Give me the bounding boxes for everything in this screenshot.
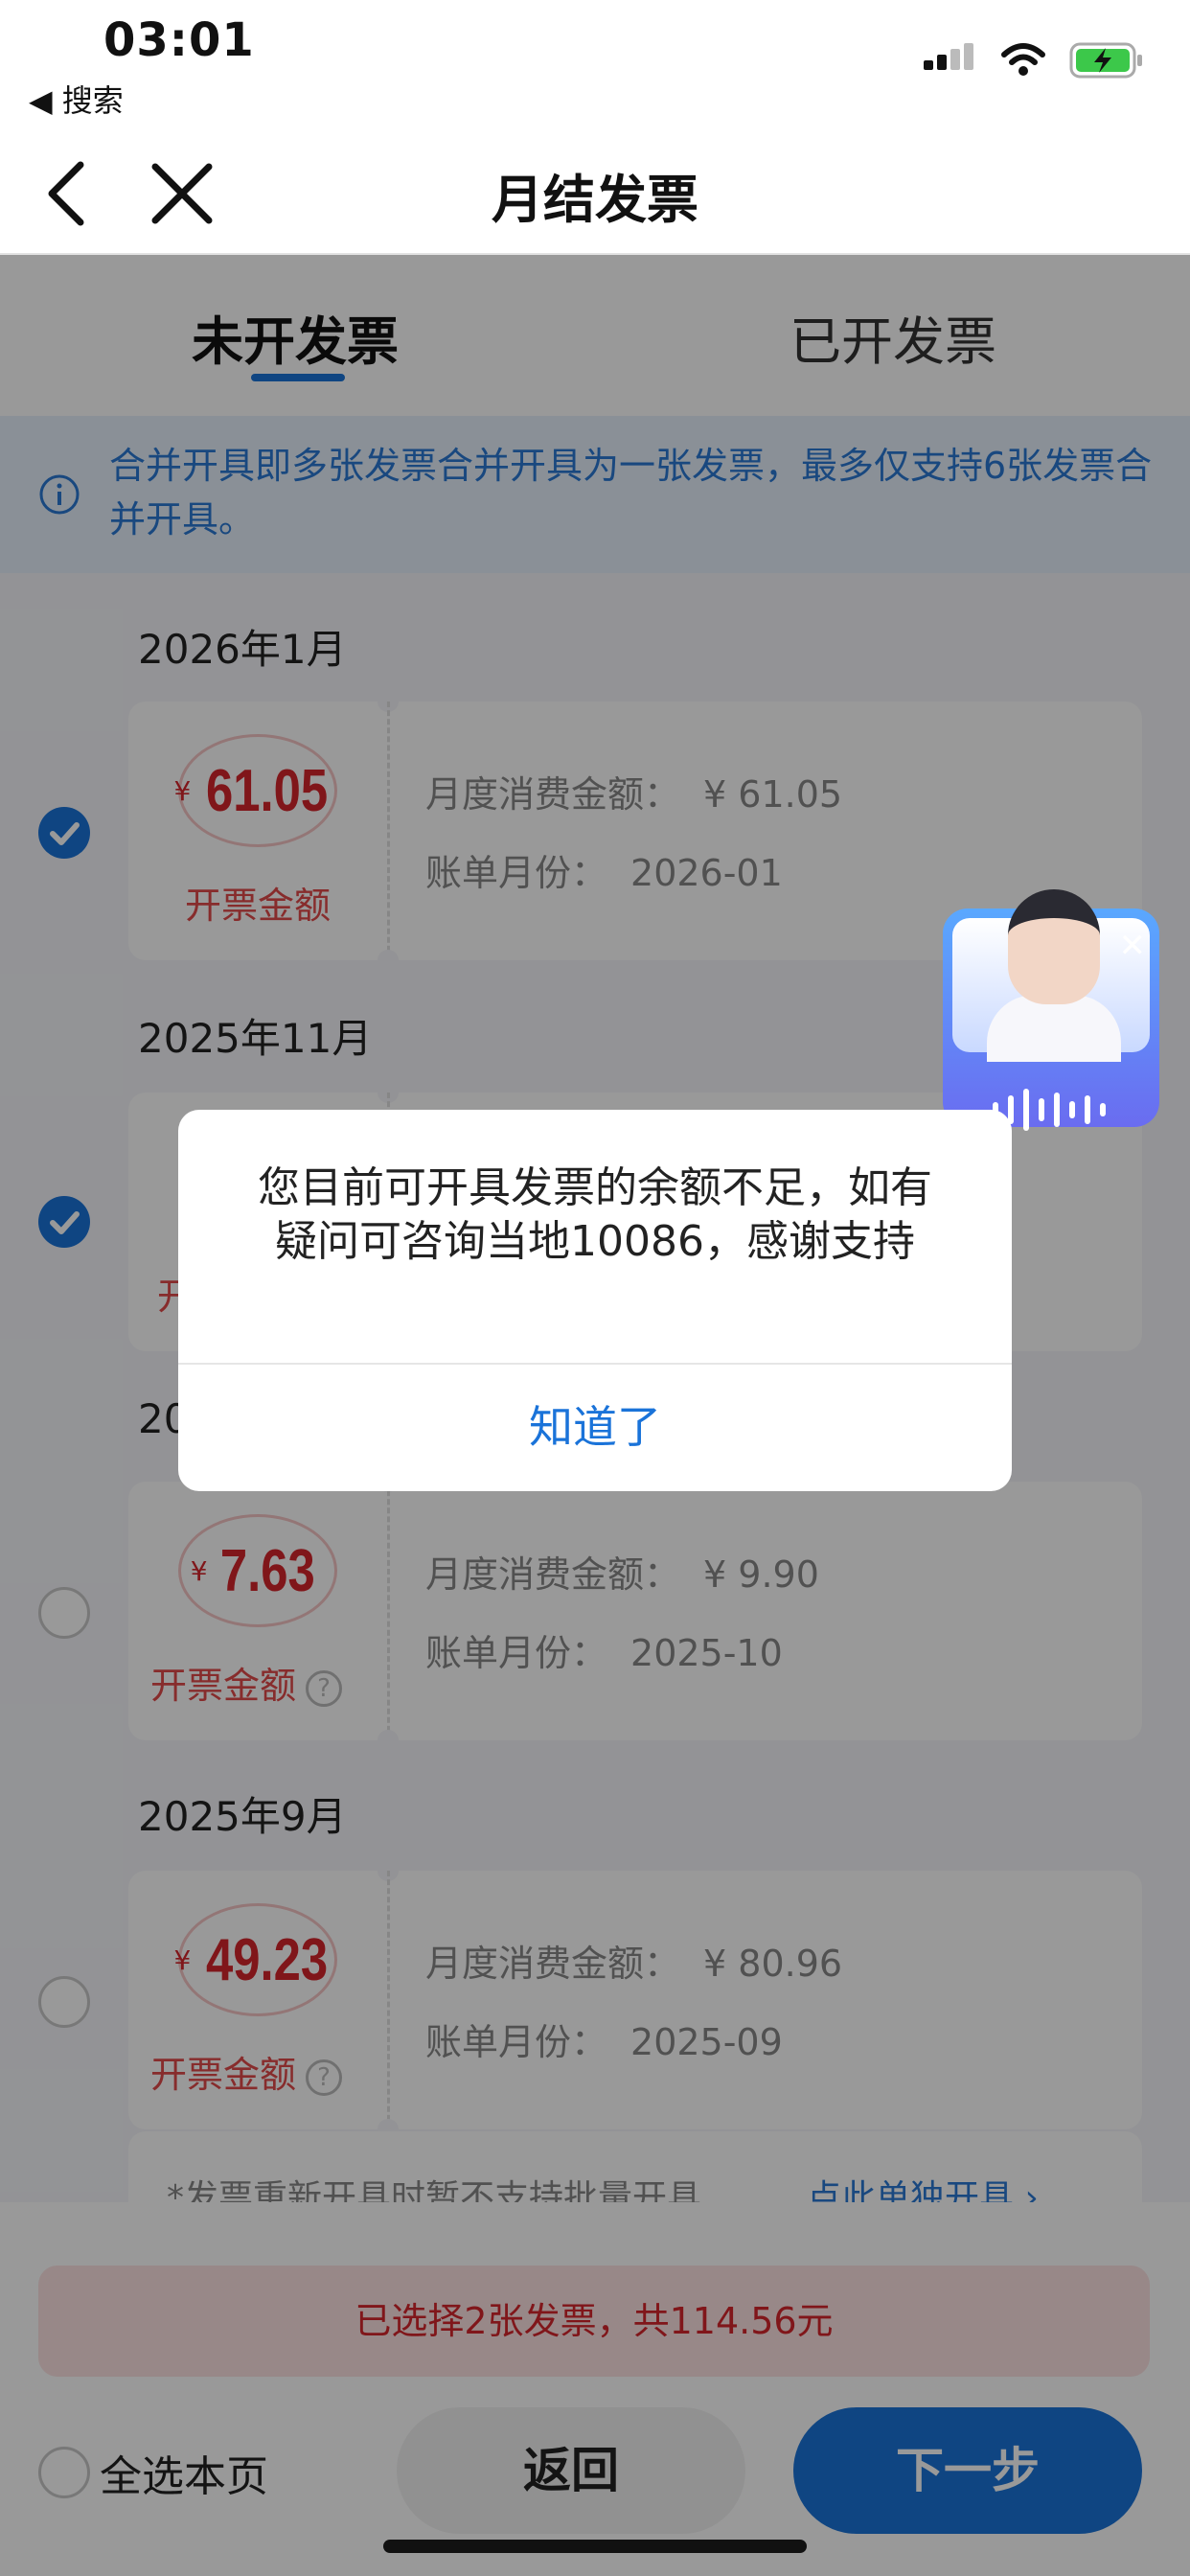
back-to-search-link[interactable]: ◀ 搜索: [29, 77, 124, 121]
virtual-assistant-widget[interactable]: ✕: [943, 880, 1159, 1131]
dialog-message: 您目前可开具发票的余额不足，如有疑问可咨询当地10086，感谢支持: [258, 1163, 932, 1266]
alert-dialog: 您目前可开具发票的余额不足，如有疑问可咨询当地10086，感谢支持 知道了: [178, 1110, 1012, 1491]
assistant-avatar-head: [1008, 889, 1100, 1004]
battery-charging-icon: [1069, 42, 1142, 79]
home-indicator: [383, 2540, 807, 2553]
status-icons: [924, 42, 1144, 79]
close-icon[interactable]: ✕: [1119, 930, 1147, 962]
nav-bar: 月结发票: [0, 134, 1190, 255]
wifi-icon: [1001, 43, 1045, 76]
dialog-ok-button[interactable]: 知道了: [178, 1363, 1012, 1491]
assistant-avatar-body: [987, 995, 1121, 1062]
status-bar: 03:01 ◀ 搜索: [0, 0, 1190, 134]
status-time: 03:01: [103, 13, 255, 67]
assistant-card[interactable]: ✕: [943, 889, 1159, 1131]
signal-icon: [924, 43, 973, 70]
page-title: 月结发票: [492, 170, 698, 230]
